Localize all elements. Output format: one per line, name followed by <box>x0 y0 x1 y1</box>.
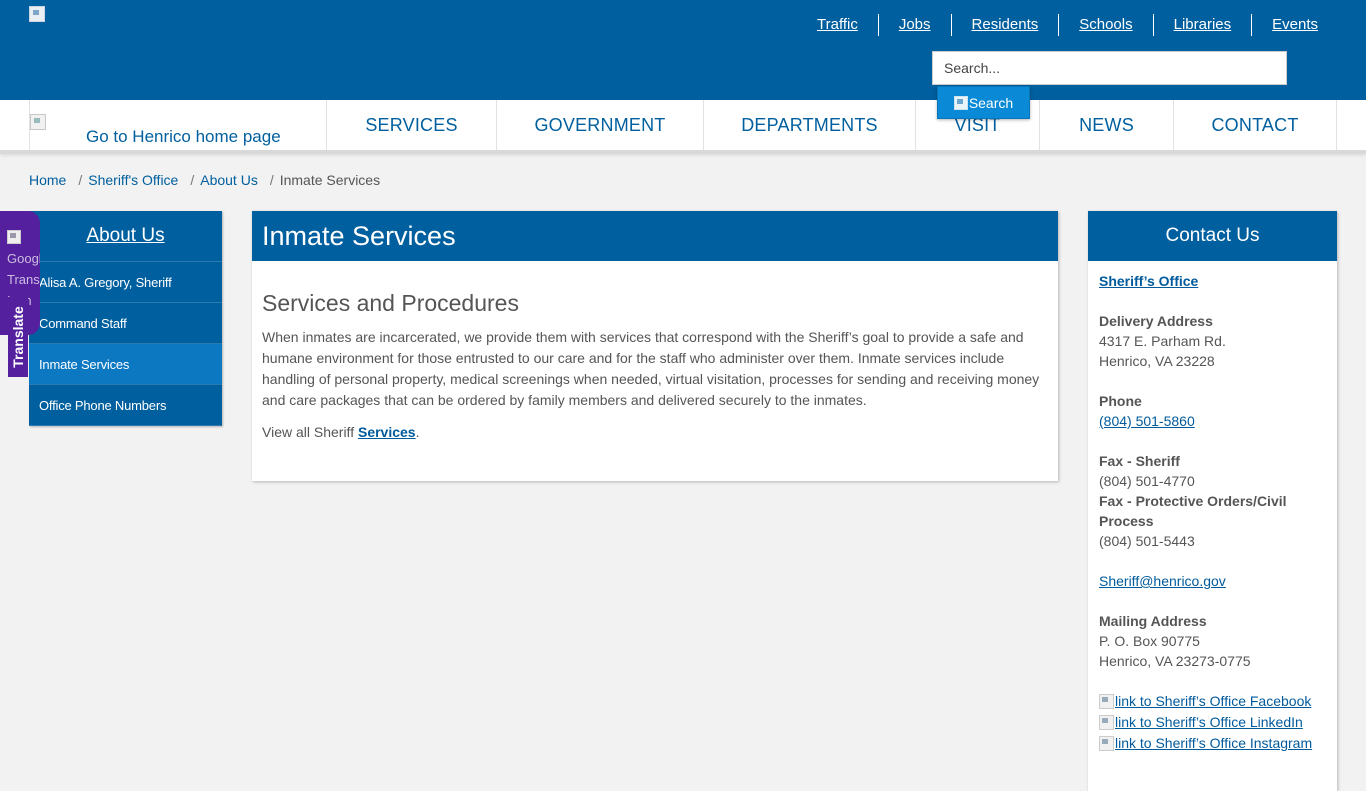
facebook-broken-image-icon <box>1099 694 1114 709</box>
phone-link[interactable]: (804) 501-5860 <box>1099 413 1195 429</box>
delivery-address-line1: 4317 E. Parham Rd. <box>1099 333 1226 349</box>
google-translate-icon: Google Translate Icon <box>7 227 40 307</box>
contact-panel: Contact Us Sheriff’s Office Delivery Add… <box>1088 211 1337 791</box>
sidebar-item-sheriff[interactable]: Alisa A. Gregory, Sheriff <box>29 262 222 303</box>
search-input[interactable] <box>932 51 1287 85</box>
sidebar: About Us Alisa A. Gregory, Sheriff Comma… <box>29 211 222 426</box>
top-header: Traffic Jobs Residents Schools Libraries… <box>0 0 1366 100</box>
translate-broken-image-icon <box>7 230 21 244</box>
instagram-broken-image-icon <box>1099 736 1114 751</box>
delivery-address-label: Delivery Address <box>1099 313 1213 329</box>
nav-item-contact[interactable]: CONTACT <box>1173 100 1337 150</box>
main-nav: Go to Henrico home page SERVICES GOVERNM… <box>0 100 1366 154</box>
content-card: Inmate Services Services and Procedures … <box>252 211 1058 481</box>
view-all-prefix: View all Sheriff <box>262 424 358 440</box>
fax-civil-number: (804) 501-5443 <box>1099 533 1195 549</box>
fax-sheriff-label: Fax - Sheriff <box>1099 453 1180 469</box>
delivery-address-line2: Henrico, VA 23228 <box>1099 353 1215 369</box>
contact-body: Sheriff’s Office Delivery Address 4317 E… <box>1088 261 1337 754</box>
breadcrumb-about-us[interactable]: About Us <box>200 171 258 189</box>
util-link-events[interactable]: Events <box>1251 14 1338 36</box>
mailing-address-line1: P. O. Box 90775 <box>1099 633 1200 649</box>
page-title: Inmate Services <box>252 211 1058 261</box>
search-broken-image-icon <box>953 95 968 110</box>
section-heading: Services and Procedures <box>262 290 519 316</box>
sidebar-item-inmate-services[interactable]: Inmate Services <box>29 344 222 385</box>
util-link-traffic[interactable]: Traffic <box>797 14 878 36</box>
facebook-link-text: link to Sheriff’s Office Facebook <box>1115 693 1312 709</box>
fax-civil-label: Fax - Protective Orders/Civil Process <box>1099 493 1287 529</box>
contact-title: Contact Us <box>1088 211 1337 261</box>
content-body: Services and Procedures When inmates are… <box>252 290 1058 440</box>
linkedin-broken-image-icon <box>1099 715 1114 730</box>
breadcrumb-separator: / <box>190 172 195 188</box>
facebook-link[interactable]: link to Sheriff’s Office Facebook <box>1099 691 1326 712</box>
sidebar-header: About Us <box>29 211 222 262</box>
translate-button[interactable]: Translate <box>8 297 28 377</box>
breadcrumb-sheriffs-office[interactable]: Sheriff's Office <box>88 171 178 189</box>
search-button[interactable]: Search <box>937 86 1030 119</box>
instagram-link-text: link to Sheriff’s Office Instagram <box>1115 735 1313 751</box>
sidebar-item-office-phone-numbers[interactable]: Office Phone Numbers <box>29 385 222 426</box>
body-paragraph: When inmates are incarcerated, we provid… <box>262 329 1040 408</box>
util-link-libraries[interactable]: Libraries <box>1152 14 1252 36</box>
home-logo-broken-image-icon <box>30 114 46 130</box>
mailing-address-line2: Henrico, VA 23273-0775 <box>1099 653 1251 669</box>
home-logo-link[interactable]: Go to Henrico home page <box>29 100 326 150</box>
breadcrumb-current: Inmate Services <box>279 172 381 188</box>
services-link[interactable]: Services <box>358 424 416 440</box>
breadcrumb-home[interactable]: Home <box>29 171 66 189</box>
nav-item-departments[interactable]: DEPARTMENTS <box>703 100 915 150</box>
nav-item-services[interactable]: SERVICES <box>326 100 496 150</box>
view-all-line: View all Sheriff Services. <box>262 424 1048 440</box>
county-logo-broken-image-icon[interactable] <box>29 6 45 22</box>
sheriffs-office-link[interactable]: Sheriff’s Office <box>1099 273 1198 289</box>
linkedin-link-text: link to Sheriff’s Office LinkedIn <box>1115 714 1303 730</box>
breadcrumb-separator: / <box>78 172 83 188</box>
fax-sheriff-number: (804) 501-4770 <box>1099 473 1195 489</box>
nav-item-news[interactable]: NEWS <box>1039 100 1173 150</box>
utility-nav: Traffic Jobs Residents Schools Libraries… <box>797 14 1338 36</box>
search-button-label: Search <box>968 94 1014 111</box>
email-link[interactable]: Sheriff@henrico.gov <box>1099 573 1226 589</box>
nav-item-government[interactable]: GOVERNMENT <box>496 100 703 150</box>
home-link-alt-text: Go to Henrico home page <box>86 127 281 146</box>
translate-label: Translate <box>10 306 26 368</box>
util-link-residents[interactable]: Residents <box>950 14 1059 36</box>
social-links: link to Sheriff’s Office Facebook link t… <box>1099 691 1326 754</box>
breadcrumb-separator: / <box>269 172 274 188</box>
instagram-link[interactable]: link to Sheriff’s Office Instagram <box>1099 733 1326 754</box>
util-link-jobs[interactable]: Jobs <box>877 14 951 36</box>
linkedin-link[interactable]: link to Sheriff’s Office LinkedIn <box>1099 712 1326 733</box>
sidebar-item-command-staff[interactable]: Command Staff <box>29 303 222 344</box>
util-link-schools[interactable]: Schools <box>1058 14 1152 36</box>
sidebar-title-link[interactable]: About Us <box>86 225 164 247</box>
mailing-address-label: Mailing Address <box>1099 613 1207 629</box>
phone-label: Phone <box>1099 393 1142 409</box>
breadcrumb: Home / Sheriff's Office / About Us / Inm… <box>29 171 380 189</box>
view-all-suffix: . <box>415 424 420 440</box>
